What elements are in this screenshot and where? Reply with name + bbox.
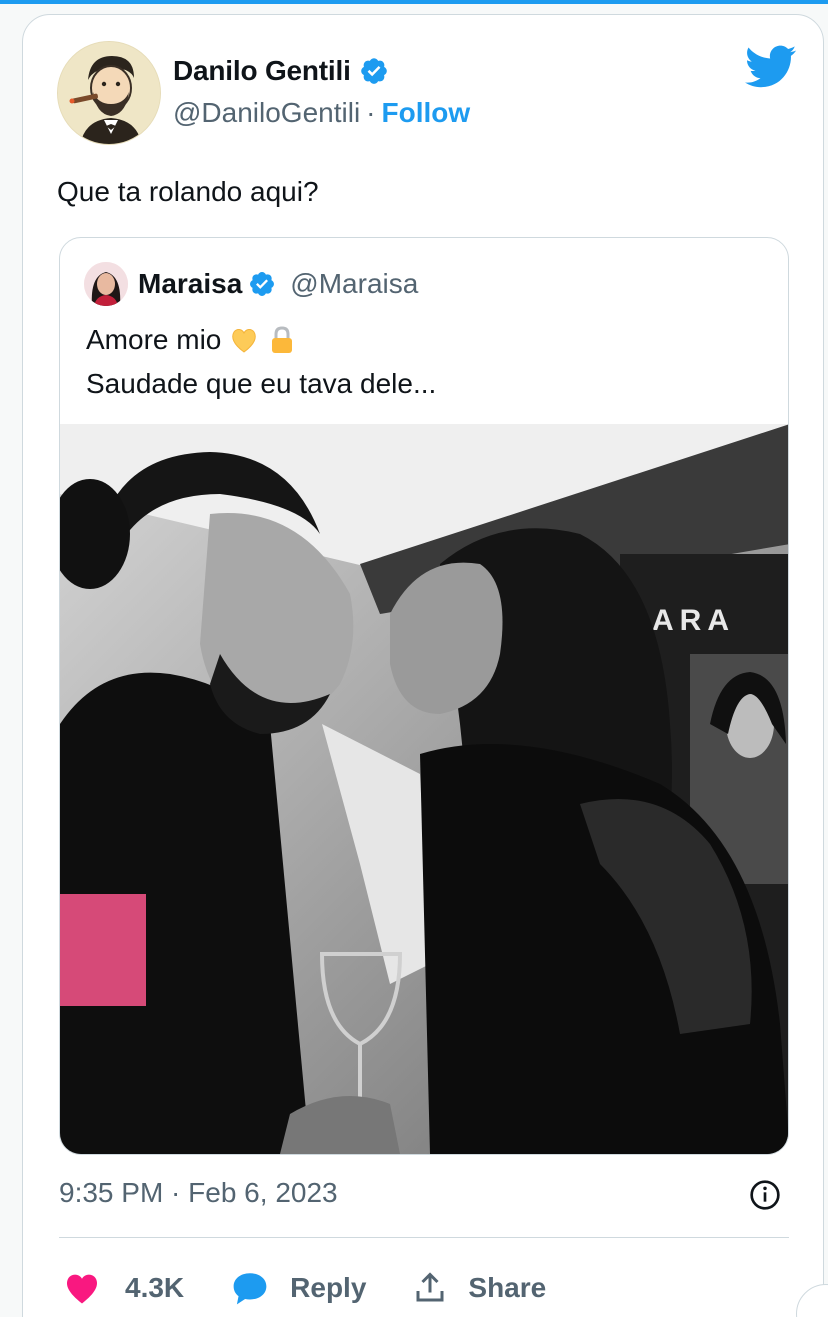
heart-icon [66,1274,98,1304]
author-handle-row: @DaniloGentili · Follow [173,97,470,129]
author-name-row: Danilo Gentili [173,55,389,87]
info-icon[interactable] [749,1179,781,1211]
author-handle[interactable]: @DaniloGentili [173,97,360,129]
like-count: 4.3K [125,1272,185,1303]
share-label: Share [468,1272,547,1303]
tweet-card: Danilo Gentili @DaniloGentili · Follow Q… [22,14,824,1317]
top-accent-bar [0,0,828,4]
quoted-line-1-text: Amore mio [86,324,222,355]
reply-button[interactable]: Reply [230,1270,366,1306]
quoted-line-2: Saudade que eu tava dele... [86,368,437,399]
black-and-white-photo: ARA [60,424,788,1154]
lock-icon [272,326,293,353]
tweet-timestamp[interactable]: 9:35 PM · Feb 6, 2023 [59,1177,338,1209]
quoted-tweet[interactable]: Maraisa @Maraisa Amore mio Saudade que e… [59,237,789,1155]
poster-text: ARA [652,604,735,637]
actions-divider [59,1237,789,1238]
reply-bubble-icon [233,1273,267,1305]
separator-dot: · [366,97,376,128]
share-button[interactable]: Share [412,1270,546,1306]
author-name[interactable]: Danilo Gentili [173,55,351,87]
like-button[interactable]: 4.3K [63,1271,184,1305]
quoted-tweet-text: Amore mio Saudade que eu tava dele... [86,318,436,406]
reply-label: Reply [290,1272,367,1303]
quoted-tweet-photo[interactable]: ARA [60,424,788,1154]
quoted-line-1: Amore mio [86,318,436,362]
quoted-author-avatar[interactable] [84,262,128,306]
follow-button[interactable]: Follow [382,97,471,129]
quoted-tweet-header: Maraisa @Maraisa [84,262,418,306]
caricature-avatar-icon [58,42,160,144]
quoted-author-handle[interactable]: @Maraisa [290,268,418,300]
tweet-actions: 4.3K Reply Share [63,1263,592,1313]
quoted-author-name[interactable]: Maraisa [138,268,242,300]
woman-avatar-icon [84,262,128,306]
verified-badge-icon [250,272,275,296]
tweet-text: Que ta rolando aqui? [57,176,319,207]
yellow-heart-icon [232,329,257,353]
verified-badge-icon [360,58,387,84]
twitter-bird-icon[interactable] [745,45,797,89]
tweet-header: Danilo Gentili @DaniloGentili · Follow [57,41,797,147]
share-upload-icon [416,1272,444,1302]
author-avatar[interactable] [57,41,161,145]
